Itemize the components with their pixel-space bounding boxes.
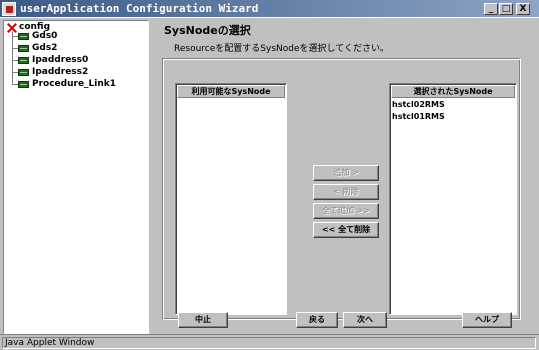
resource-icon [18,81,29,88]
list-item[interactable]: hstcl01RMS [392,112,445,121]
list-item[interactable]: hstcl02RMS [392,100,445,109]
back-button[interactable]: 戻る [296,312,338,328]
app-icon [2,2,16,16]
resource-icon [18,33,29,40]
resource-icon [18,57,29,64]
main-panel: SysNodeの選択 Resourceを配置するSysNodeを選択してください… [150,18,539,334]
next-button[interactable]: 次へ [343,312,387,328]
remove-all-button[interactable]: << 全て削除 [313,222,379,238]
sysnode-selection-group: 利用可能なSysNode 追加 > < 削除 全て追加 >> << 全て削除 選… [162,58,521,320]
status-text: Java Applet Window [2,337,536,349]
tree-connector [12,31,13,85]
status-bar: Java Applet Window [0,334,539,350]
config-tree[interactable]: config Gds0 Gds2 Ipaddress0 Ipaddress2 P… [3,20,149,334]
page-title: SysNodeの選択 [164,24,251,37]
title-bar[interactable]: userApplication Configuration Wizard _ □… [0,0,539,18]
add-button[interactable]: 追加 > [313,165,379,181]
minimize-button[interactable]: _ [484,3,498,15]
maximize-button[interactable]: □ [499,3,513,15]
help-button[interactable]: ヘルプ [462,312,512,328]
page-description: Resourceを配置するSysNodeを選択してください。 [174,44,389,54]
tree-node-procedure-link1[interactable]: Procedure_Link1 [32,79,116,89]
cancel-button[interactable]: 中止 [178,312,228,328]
add-all-button[interactable]: 全て追加 >> [313,203,379,219]
available-list-header: 利用可能なSysNode [177,85,285,98]
tree-node-gds0[interactable]: Gds0 [32,31,57,41]
selected-list-header: 選択されたSysNode [391,85,515,98]
resource-icon [18,45,29,52]
close-button[interactable]: X [516,3,530,15]
window-title: userApplication Configuration Wizard [20,2,259,15]
tree-node-gds2[interactable]: Gds2 [32,43,57,53]
remove-button[interactable]: < 削除 [313,184,379,200]
resource-icon [18,69,29,76]
tree-node-ipaddress0[interactable]: Ipaddress0 [32,55,88,65]
available-sysnode-list[interactable]: 利用可能なSysNode [175,83,287,315]
selected-sysnode-list[interactable]: 選択されたSysNode hstcl02RMS hstcl01RMS [389,83,517,315]
tree-node-ipaddress2[interactable]: Ipaddress2 [32,67,88,77]
